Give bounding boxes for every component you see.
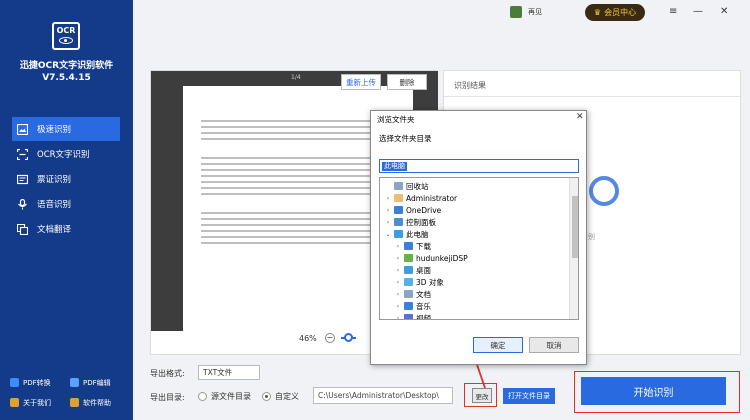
- tree-arrow[interactable]: ›: [394, 303, 402, 310]
- tree-arrow[interactable]: ›: [394, 255, 402, 262]
- tree-label: 此电脑: [406, 229, 429, 239]
- tree-item-onedrive[interactable]: › OneDrive: [384, 204, 441, 216]
- tree-item-control-panel[interactable]: › 控制面板: [384, 216, 436, 228]
- tree-arrow[interactable]: ›: [384, 207, 392, 214]
- document-icon: [404, 290, 413, 298]
- dialog-title: 浏览文件夹: [377, 115, 415, 124]
- tree-item-documents[interactable]: › 文档: [394, 288, 431, 300]
- tree-item-recycle-bin[interactable]: 回收站: [384, 180, 429, 192]
- dialog-cancel-button[interactable]: 取消: [529, 337, 579, 353]
- tree-label: 控制面板: [406, 217, 436, 227]
- app-folder-icon: [404, 254, 413, 262]
- tree-item-hudunkejidsp[interactable]: › hudunkejiDSP: [394, 252, 468, 264]
- browse-folder-dialog: 浏览文件夹 ✕ 选择文件夹目录 此电脑 回收站 › Administrator …: [370, 110, 587, 365]
- folder-field[interactable]: 此电脑: [379, 159, 579, 173]
- tree-arrow[interactable]: ›: [384, 195, 392, 202]
- tree-arrow[interactable]: ›: [394, 291, 402, 298]
- user-folder-icon: [394, 194, 403, 202]
- tree-item-administrator[interactable]: › Administrator: [384, 192, 457, 204]
- tree-arrow[interactable]: ›: [394, 315, 402, 320]
- tree-arrow[interactable]: ›: [394, 243, 402, 250]
- tree-label: OneDrive: [406, 205, 442, 215]
- tree-arrow[interactable]: ›: [394, 279, 402, 286]
- tree-label: 音乐: [416, 301, 431, 311]
- tree-label: hudunkejiDSP: [416, 253, 468, 263]
- tree-arrow[interactable]: ›: [394, 267, 402, 274]
- dialog-close-icon[interactable]: ✕: [576, 112, 584, 122]
- tree-label: 回收站: [406, 181, 429, 191]
- tree-item-downloads[interactable]: › 下载: [394, 240, 431, 252]
- recycle-bin-icon: [394, 182, 403, 190]
- music-icon: [404, 302, 413, 310]
- folder-tree: 回收站 › Administrator › OneDrive › 控制面板 ⌄ …: [379, 177, 579, 320]
- tree-arrow[interactable]: ›: [384, 219, 392, 226]
- tree-item-this-pc[interactable]: ⌄ 此电脑: [384, 228, 429, 240]
- tree-arrow[interactable]: ⌄: [384, 231, 392, 238]
- download-icon: [404, 242, 413, 250]
- tree-scrollbar[interactable]: [569, 178, 578, 319]
- tree-label: Administrator: [406, 193, 458, 203]
- tree-label: 3D 对象: [416, 277, 444, 287]
- tree-item-music[interactable]: › 音乐: [394, 300, 431, 312]
- video-icon: [404, 314, 413, 319]
- tree-label: 文档: [416, 289, 431, 299]
- scrollbar-thumb[interactable]: [572, 196, 578, 258]
- desktop-icon: [404, 266, 413, 274]
- folder-field-value: 此电脑: [382, 162, 407, 171]
- cube-icon: [404, 278, 413, 286]
- dialog-ok-button[interactable]: 确定: [473, 337, 523, 353]
- tree-label: 下载: [416, 241, 431, 251]
- tree-item-desktop[interactable]: › 桌面: [394, 264, 431, 276]
- onedrive-icon: [394, 206, 403, 214]
- computer-icon: [394, 230, 403, 238]
- tree-label: 桌面: [416, 265, 431, 275]
- dialog-subtitle: 选择文件夹目录: [379, 134, 432, 143]
- control-panel-icon: [394, 218, 403, 226]
- tree-item-videos[interactable]: › 视频: [394, 312, 431, 320]
- tree-item-3d-objects[interactable]: › 3D 对象: [394, 276, 444, 288]
- tree-label: 视频: [416, 313, 431, 320]
